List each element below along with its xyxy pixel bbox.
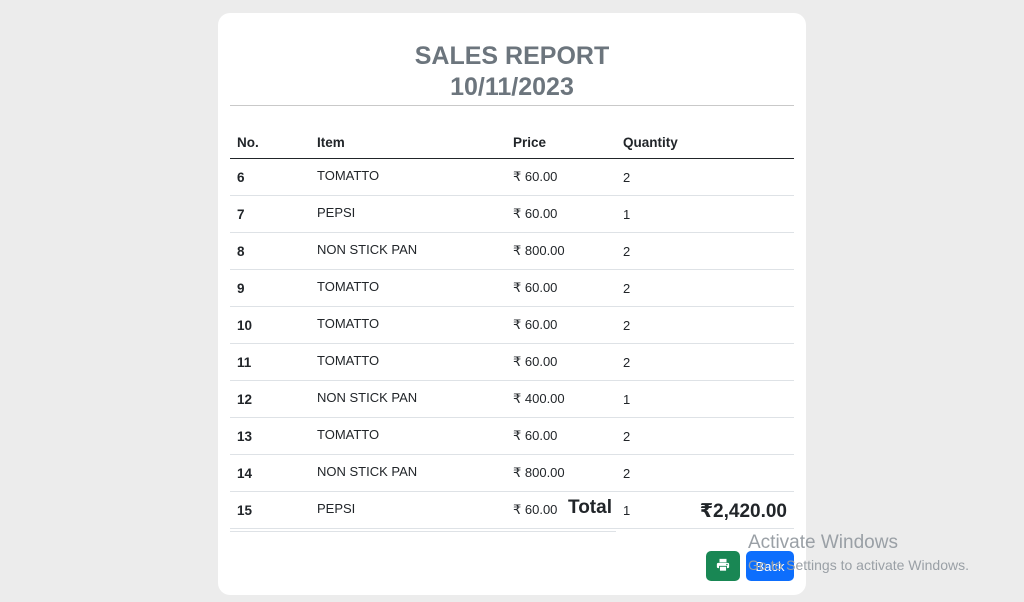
column-header-price: Price — [506, 127, 616, 159]
row-item: PEPSI — [310, 195, 506, 233]
sales-report-card: SALES REPORT 10/11/2023 No. Item Price Q… — [218, 13, 806, 595]
row-quantity: 2 — [616, 306, 794, 344]
column-header-no: No. — [230, 127, 310, 159]
report-title: SALES REPORT — [414, 42, 610, 70]
report-header: SALES REPORT 10/11/2023 — [218, 41, 806, 103]
watermark-subtitle: Go to Settings to activate Windows. — [748, 557, 969, 573]
row-item: TOMATTO — [310, 306, 506, 344]
row-item: NON STICK PAN — [310, 380, 506, 418]
row-number: 7 — [230, 195, 310, 233]
row-number: 14 — [230, 454, 310, 492]
printer-icon — [716, 558, 730, 575]
watermark-title: Activate Windows — [748, 532, 898, 553]
row-quantity: 2 — [616, 232, 794, 270]
row-item: NON STICK PAN — [310, 232, 506, 270]
table-header-row: No. Item Price Quantity — [230, 127, 794, 159]
row-price: ₹ 400.00 — [506, 380, 616, 418]
row-quantity: 2 — [616, 417, 794, 455]
total-label: Total — [568, 497, 612, 518]
table-row: 12 NON STICK PAN ₹ 400.00 1 — [230, 380, 794, 418]
row-quantity: 1 — [616, 380, 794, 418]
row-number: 6 — [230, 158, 310, 196]
row-number: 13 — [230, 417, 310, 455]
report-date: 10/11/2023 — [450, 73, 574, 101]
table-row: 9 TOMATTO ₹ 60.00 2 — [230, 269, 794, 307]
row-price: ₹ 800.00 — [506, 232, 616, 270]
row-number: 9 — [230, 269, 310, 307]
row-price: ₹ 60.00 — [506, 158, 616, 196]
table-row: 7 PEPSI ₹ 60.00 1 — [230, 195, 794, 233]
total-divider — [230, 531, 616, 532]
row-price: ₹ 60.00 — [506, 417, 616, 455]
table-row: 8 NON STICK PAN ₹ 800.00 2 — [230, 232, 794, 270]
row-price: ₹ 60.00 — [506, 195, 616, 233]
total-value: ₹2,420.00 — [699, 501, 787, 522]
row-item: NON STICK PAN — [310, 454, 506, 492]
table-row: 6 TOMATTO ₹ 60.00 2 — [230, 158, 794, 196]
row-price: ₹ 60.00 — [506, 269, 616, 307]
table-row: 10 TOMATTO ₹ 60.00 2 — [230, 306, 794, 344]
row-item: TOMATTO — [310, 417, 506, 455]
column-header-quantity: Quantity — [616, 127, 794, 159]
row-price: ₹ 60.00 — [506, 306, 616, 344]
print-button[interactable] — [706, 551, 740, 581]
table-row: 11 TOMATTO ₹ 60.00 2 — [230, 343, 794, 381]
row-quantity: 2 — [616, 158, 794, 196]
row-number: 11 — [230, 343, 310, 381]
table-row: 13 TOMATTO ₹ 60.00 2 — [230, 417, 794, 455]
row-quantity: 2 — [616, 454, 794, 492]
sales-table: No. Item Price Quantity 6 TOMATTO ₹ 60.0… — [230, 127, 794, 529]
row-number: 8 — [230, 232, 310, 270]
row-quantity: 2 — [616, 269, 794, 307]
row-item: TOMATTO — [310, 343, 506, 381]
row-number: 12 — [230, 380, 310, 418]
row-number: 15 — [230, 491, 310, 529]
row-item: TOMATTO — [310, 269, 506, 307]
column-header-item: Item — [310, 127, 506, 159]
row-quantity: 2 — [616, 343, 794, 381]
table-row: 14 NON STICK PAN ₹ 800.00 2 — [230, 454, 794, 492]
row-item: TOMATTO — [310, 158, 506, 196]
row-price: ₹ 800.00 — [506, 454, 616, 492]
activate-windows-watermark: Activate Windows Go to Settings to activ… — [748, 532, 969, 576]
row-item: PEPSI — [310, 491, 506, 529]
row-price: ₹ 60.00 — [506, 343, 616, 381]
header-divider — [230, 105, 794, 106]
row-quantity: 1 — [616, 195, 794, 233]
row-number: 10 — [230, 306, 310, 344]
